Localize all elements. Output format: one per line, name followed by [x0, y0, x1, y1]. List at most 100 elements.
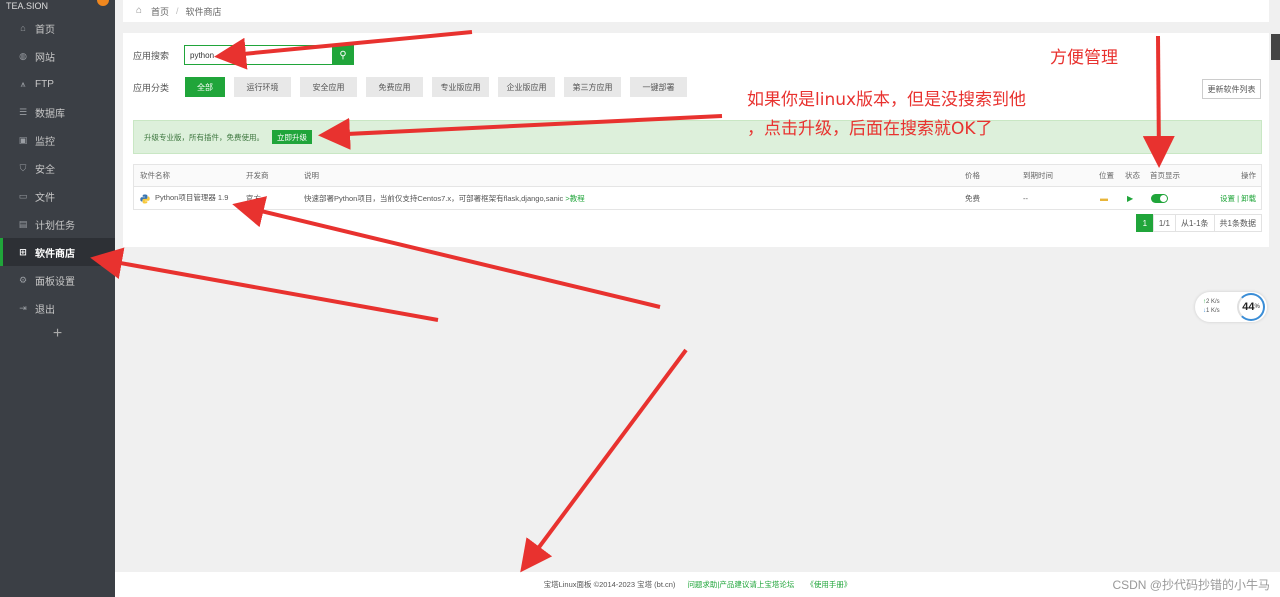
upgrade-notice: 升级专业版，所有插件，免费使用。 立即升级	[133, 120, 1262, 154]
usage-percent: 44	[1242, 301, 1255, 313]
sidebar-item-cron[interactable]: ▤ 计划任务	[0, 210, 115, 238]
category-tab-free[interactable]: 免费应用	[366, 77, 423, 97]
category-tab-security[interactable]: 安全应用	[300, 77, 357, 97]
col-actions: 操作	[1241, 171, 1256, 180]
breadcrumb: ⌂ 首页 / 软件商店	[123, 0, 1269, 22]
row-actions: 设置 | 卸载	[1220, 193, 1256, 204]
sidebar-item-monitor[interactable]: ▣ 监控	[0, 126, 115, 154]
upgrade-button[interactable]: 立即升级	[272, 130, 312, 144]
col-desc: 说明	[304, 171, 319, 180]
pagination: 1 1/1 从1-1条 共1条数据	[1135, 214, 1262, 232]
category-tab-all[interactable]: 全部	[185, 77, 225, 97]
logout-icon: ⇥	[19, 303, 27, 313]
page-current[interactable]: 1	[1135, 214, 1154, 232]
sidebar-item-files[interactable]: ▭ 文件	[0, 182, 115, 210]
monitor-icon: ▣	[18, 135, 28, 145]
footer-copyright: 宝塔Linux面板 ©2014-2023 宝塔 (bt.cn)	[543, 580, 676, 589]
search-label: 应用搜索	[133, 50, 170, 61]
sidebar-item-database[interactable]: ☰ 数据库	[0, 98, 115, 126]
home-display-toggle[interactable]	[1151, 193, 1168, 203]
side-panel-tab[interactable]	[1271, 34, 1280, 60]
footer-manual-link[interactable]: 《使用手册》	[806, 579, 851, 590]
home-icon[interactable]: ⌂	[136, 6, 147, 16]
globe-icon: ◍	[19, 51, 27, 61]
sidebar-item-label: 计划任务	[35, 220, 75, 232]
sidebar-nav: ⌂ 首页 ◍ 网站 ⩚ FTP ☰ 数据库 ▣ 监控 ⛉ 安全 ▭ 文件 ▤ 计划任务 ⊞ 软件商…	[0, 14, 115, 322]
sidebar-item-label: 面板设置	[35, 276, 75, 288]
database-icon: ☰	[18, 107, 28, 117]
sidebar-item-label: 软件商店	[35, 248, 75, 260]
breadcrumb-current: 软件商店	[185, 6, 222, 17]
logo: TEA.SION	[0, 0, 115, 12]
breadcrumb-home[interactable]: 首页	[151, 5, 169, 18]
sidebar-item-home[interactable]: ⌂ 首页	[0, 14, 115, 42]
memory-usage-ring: 44%	[1237, 293, 1265, 321]
software-desc: 快速部署Python项目，当前仅支持Centos7.x，可部署框架有flask,…	[304, 193, 585, 204]
speed-rates: ↑2 K/s ↓1 K/s	[1203, 298, 1220, 316]
search-icon: ⚲	[339, 49, 347, 61]
arrow-to-store-menu	[90, 247, 439, 322]
sidebar-item-label: 文件	[35, 192, 55, 204]
search-row: 应用搜索 python ⚲	[133, 45, 354, 65]
play-icon[interactable]: ▶	[1127, 194, 1133, 203]
notification-badge[interactable]	[97, 0, 109, 6]
usage-percent-unit: %	[1254, 304, 1260, 310]
software-table: 软件名称 开发商 说明 价格 到期时间 位置 状态 首页显示 操作 Python…	[133, 164, 1262, 210]
col-name: 软件名称	[140, 171, 170, 180]
sidebar-item-website[interactable]: ◍ 网站	[0, 42, 115, 70]
category-tab-thirdparty[interactable]: 第三方应用	[564, 77, 621, 97]
category-tab-enterprise[interactable]: 企业版应用	[498, 77, 555, 97]
add-menu-button[interactable]: +	[0, 322, 115, 346]
sidebar: TEA.SION ⌂ 首页 ◍ 网站 ⩚ FTP ☰ 数据库 ▣ 监控 ⛉ 安全 ▭ 文件 ▤…	[0, 0, 115, 597]
software-desc-text: 快速部署Python项目，当前仅支持Centos7.x，可部署框架有flask,…	[304, 193, 564, 203]
folder-icon[interactable]: ▬	[1100, 194, 1108, 203]
software-expire: --	[1023, 193, 1028, 203]
sidebar-item-logout[interactable]: ⇥ 退出	[0, 294, 115, 322]
download-unit: K/s	[1211, 308, 1220, 314]
sidebar-item-security[interactable]: ⛉ 安全	[0, 154, 115, 182]
category-tab-runtime[interactable]: 运行环境	[234, 77, 291, 97]
category-label: 应用分类	[133, 82, 170, 93]
software-name[interactable]: Python项目管理器 1.9	[140, 192, 228, 203]
upload-speed: 2	[1206, 299, 1210, 305]
col-price: 价格	[965, 171, 980, 180]
sidebar-item-label: 数据库	[35, 108, 65, 120]
category-row: 应用分类 全部 运行环境 安全应用 免费应用 专业版应用 企业版应用 第三方应用…	[133, 77, 696, 97]
folder-icon: ▭	[18, 191, 28, 201]
page-range: 从1-1条	[1174, 214, 1215, 232]
grid-icon: ⊞	[19, 247, 27, 257]
sidebar-item-label: 网站	[35, 52, 55, 64]
search-button[interactable]: ⚲	[332, 45, 354, 65]
annotation-manage: 方便管理	[1050, 48, 1118, 68]
shield-icon: ⛉	[19, 163, 27, 173]
page-count: 1/1	[1152, 214, 1176, 232]
settings-link[interactable]: 设置	[1220, 194, 1235, 203]
sidebar-item-store[interactable]: ⊞ 软件商店	[0, 238, 115, 266]
actions-separator: |	[1237, 193, 1240, 203]
sidebar-item-label: 安全	[35, 164, 55, 176]
sidebar-item-ftp[interactable]: ⩚ FTP	[0, 70, 115, 98]
sidebar-item-label: FTP	[35, 78, 54, 90]
sidebar-item-settings[interactable]: ⚙ 面板设置	[0, 266, 115, 294]
notice-text: 升级专业版，所有插件，免费使用。	[144, 132, 264, 142]
category-tab-pro[interactable]: 专业版应用	[432, 77, 489, 97]
tutorial-link[interactable]: >教程	[565, 194, 584, 203]
download-speed: 1	[1206, 308, 1210, 314]
calendar-icon: ▤	[18, 219, 28, 229]
toggle-switch	[1151, 193, 1168, 203]
uninstall-link[interactable]: 卸载	[1241, 194, 1256, 203]
update-list-button[interactable]: 更新软件列表	[1202, 79, 1261, 99]
page-total: 共1条数据	[1213, 214, 1262, 232]
arrow-to-footer	[520, 348, 688, 573]
col-expire: 到期时间	[1023, 171, 1053, 180]
footer-forum-link[interactable]: 问题求助|产品建议请上宝塔论坛	[687, 579, 794, 590]
software-developer: 官方	[246, 193, 261, 203]
category-tab-deploy[interactable]: 一键部署	[630, 77, 687, 97]
col-location: 位置	[1099, 171, 1114, 180]
table-header: 软件名称 开发商 说明 价格 到期时间 位置 状态 首页显示 操作	[134, 165, 1261, 187]
network-speed-widget[interactable]: ↑2 K/s ↓1 K/s 44%	[1195, 292, 1267, 322]
search-input[interactable]: python	[184, 45, 332, 65]
python-icon	[140, 194, 150, 203]
footer: 宝塔Linux面板 ©2014-2023 宝塔 (bt.cn) 问题求助|产品建…	[115, 572, 1280, 597]
software-name-text: Python项目管理器 1.9	[155, 193, 229, 203]
